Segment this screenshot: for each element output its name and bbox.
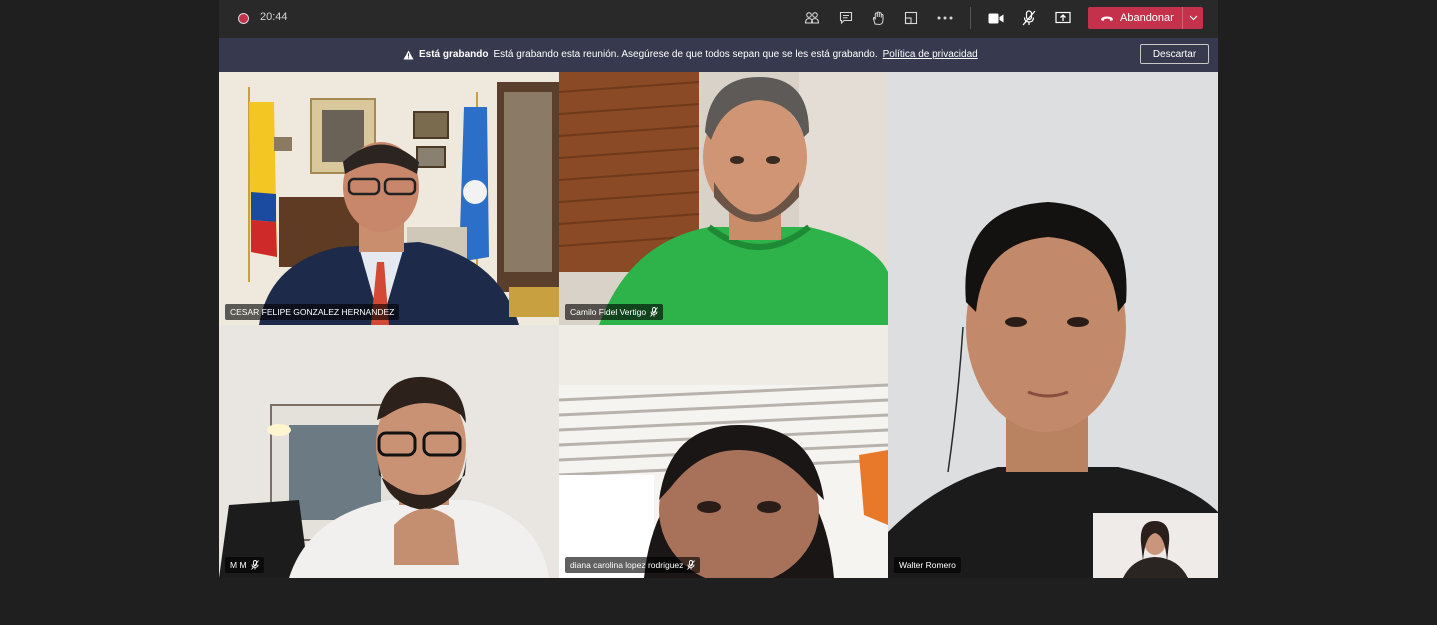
video-tile-camilo[interactable]: Camilo Fidel Vertigo <box>559 72 888 325</box>
privacy-policy-link[interactable]: Política de privacidad <box>883 49 978 60</box>
participant-name: M M <box>230 560 247 570</box>
leave-meeting-button[interactable]: Abandonar <box>1088 7 1203 29</box>
chat-icon <box>839 11 853 25</box>
participant-name: diana carolina lopez rodriguez <box>570 560 684 570</box>
banner-title: Está grabando <box>419 49 489 60</box>
share-tray-icon <box>904 11 918 25</box>
banner-message-row: Está grabando Está grabando esta reunión… <box>403 49 978 60</box>
recording-indicator-icon <box>238 13 249 24</box>
self-view-video[interactable] <box>1093 513 1218 578</box>
dismiss-banner-button[interactable]: Descartar <box>1140 44 1209 64</box>
recording-timer: 20:44 <box>260 11 288 23</box>
video-feed-office <box>219 72 559 325</box>
raise-hand-button[interactable] <box>867 8 889 28</box>
mic-muted-icon <box>650 307 658 317</box>
participant-name: Camilo Fidel Vertigo <box>570 307 647 317</box>
participant-name-tag: Camilo Fidel Vertigo <box>565 304 664 320</box>
participants-button[interactable] <box>801 8 823 28</box>
toolbar-divider <box>970 7 971 29</box>
hang-up-icon <box>1101 16 1113 21</box>
participant-name-tag: M M <box>225 557 264 573</box>
mic-muted-icon <box>687 560 696 570</box>
more-actions-button[interactable] <box>934 8 956 28</box>
chevron-down-icon <box>1189 15 1198 21</box>
mic-muted-icon <box>250 560 259 570</box>
leave-label: Abandonar <box>1120 12 1174 24</box>
video-tile-diana[interactable]: diana carolina lopez rodriguez <box>559 325 888 578</box>
share-screen-button[interactable] <box>1052 8 1074 28</box>
video-feed-self <box>1093 513 1218 578</box>
participant-name: CESAR FELIPE GONZALEZ HERNANDEZ <box>230 307 395 317</box>
video-feed-plain-wall <box>888 72 1218 578</box>
participant-name-tag: Walter Romero <box>894 557 961 573</box>
camera-toggle-button[interactable] <box>985 8 1007 28</box>
share-tray-button[interactable] <box>900 8 922 28</box>
meeting-toolbar: 20:44 Abandonar <box>219 0 1218 38</box>
chat-button[interactable] <box>835 8 857 28</box>
camera-icon <box>988 13 1004 23</box>
video-feed-room-frame <box>219 325 559 578</box>
leave-options-dropdown[interactable] <box>1182 7 1203 29</box>
more-icon <box>937 16 953 20</box>
leave-meeting-main[interactable]: Abandonar <box>1088 7 1182 29</box>
raise-hand-icon <box>872 10 884 25</box>
recording-banner: Está grabando Está grabando esta reunión… <box>219 38 1218 72</box>
video-feed-window-blinds <box>559 325 888 578</box>
microphone-toggle-button[interactable] <box>1018 8 1040 28</box>
warning-icon <box>403 50 414 59</box>
mic-muted-icon <box>1022 10 1036 26</box>
video-feed-wood-room <box>559 72 888 325</box>
banner-message: Está grabando esta reunión. Asegúrese de… <box>493 49 878 60</box>
video-tile-mm[interactable]: M M <box>219 325 559 578</box>
share-screen-icon <box>1055 11 1071 24</box>
video-tile-walter[interactable]: Walter Romero <box>888 72 1218 578</box>
participants-icon <box>804 12 820 24</box>
meeting-window: 20:44 Abandonar Está grabando Está graba… <box>219 0 1218 578</box>
participant-name: Walter Romero <box>899 560 956 570</box>
participant-name-tag: CESAR FELIPE GONZALEZ HERNANDEZ <box>225 304 400 320</box>
video-tile-cesar[interactable]: CESAR FELIPE GONZALEZ HERNANDEZ <box>219 72 559 325</box>
participant-name-tag: diana carolina lopez rodriguez <box>565 557 701 573</box>
